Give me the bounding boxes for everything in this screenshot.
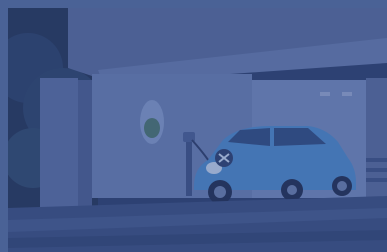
- ceiling-light: [342, 92, 352, 96]
- shelf: [366, 158, 387, 162]
- garage-scene: [8, 8, 387, 252]
- shelf: [366, 168, 387, 172]
- ceiling-light: [320, 92, 330, 96]
- window-plant: [144, 118, 160, 138]
- shelf: [366, 178, 387, 182]
- front-hubcap: [214, 186, 226, 198]
- charging-post: [186, 136, 192, 196]
- image-frame: [0, 0, 387, 252]
- rear-hubcap: [337, 181, 347, 191]
- garage-photo: [8, 8, 387, 252]
- middle-hubcap: [287, 185, 297, 195]
- pillar-side: [78, 80, 92, 212]
- left-pillar: [40, 78, 78, 218]
